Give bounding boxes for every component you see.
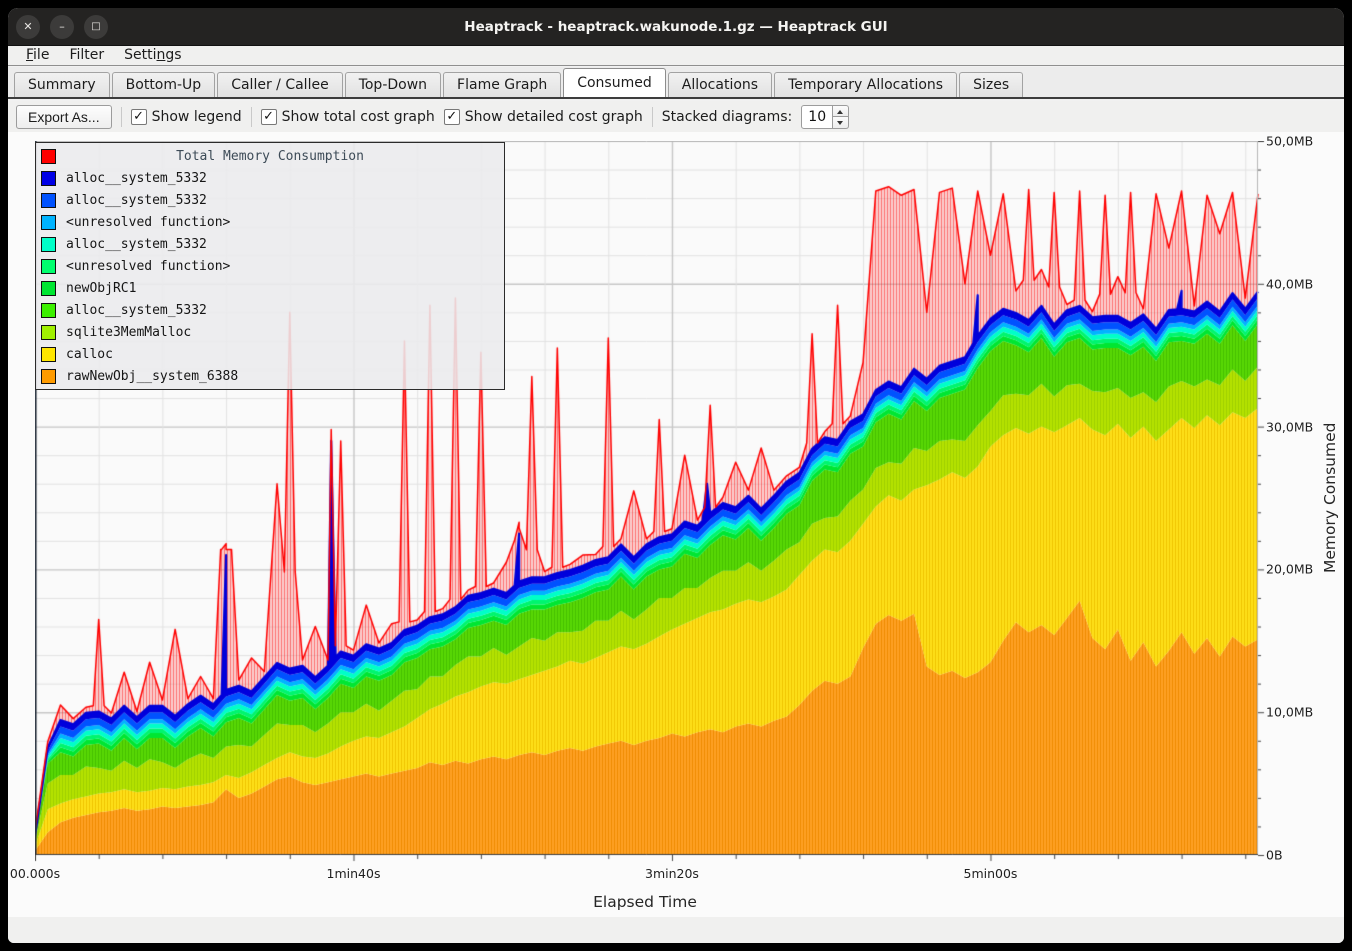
menu-settings[interactable]: Settings bbox=[114, 46, 191, 65]
legend-label: calloc bbox=[66, 347, 113, 362]
checkbox-show-detailed-cost-graph[interactable]: ✓ Show detailed cost graph bbox=[444, 109, 643, 125]
checkbox-show-legend[interactable]: ✓ Show legend bbox=[131, 109, 242, 125]
legend-label: sqlite3MemMalloc bbox=[66, 325, 191, 340]
x-tick-label: 00.000s bbox=[10, 866, 60, 881]
stacked-diagrams-label: Stacked diagrams: bbox=[662, 109, 792, 125]
x-tick-label: 5min00s bbox=[963, 866, 1017, 881]
toolbar-separator bbox=[121, 107, 122, 127]
legend-label: <unresolved function> bbox=[66, 259, 230, 274]
spin-down-button[interactable] bbox=[833, 116, 849, 129]
check-icon: ✓ bbox=[444, 109, 460, 125]
window-title: Heaptrack - heaptrack.wakunode.1.gz — He… bbox=[8, 8, 1344, 46]
chart-legend: Total Memory Consumption alloc__system_53… bbox=[35, 142, 505, 390]
checkbox-label: Show legend bbox=[152, 109, 242, 125]
spin-up-button[interactable] bbox=[833, 105, 849, 117]
consumed-chart-panel: Total Memory Consumption alloc__system_53… bbox=[8, 132, 1344, 917]
x-axis-title: Elapsed Time bbox=[593, 893, 697, 911]
menubar: FileFilterSettings bbox=[8, 46, 1344, 66]
legend-label: <unresolved function> bbox=[66, 215, 230, 230]
checkbox-label: Show total cost graph bbox=[282, 109, 435, 125]
toolbar: Export As... ✓ Show legend ✓ Show total co… bbox=[8, 101, 1344, 132]
legend-label: alloc__system_5332 bbox=[66, 303, 207, 318]
legend-swatch-icon bbox=[41, 325, 56, 340]
checkbox-show-total-cost-graph[interactable]: ✓ Show total cost graph bbox=[261, 109, 435, 125]
legend-label: rawNewObj__system_6388 bbox=[66, 369, 238, 384]
y-tick-label: 40,0MB bbox=[1266, 276, 1313, 291]
legend-swatch-icon bbox=[41, 281, 56, 296]
legend-item: alloc__system_5332 bbox=[36, 299, 504, 321]
app-window: ✕ – □ Heaptrack - heaptrack.wakunode.1.g… bbox=[8, 8, 1344, 943]
legend-item: rawNewObj__system_6388 bbox=[36, 365, 504, 387]
y-tick-label: 0B bbox=[1266, 848, 1283, 863]
stacked-diagrams-value[interactable]: 10 bbox=[801, 105, 833, 129]
legend-label: Total Memory Consumption bbox=[36, 149, 504, 164]
legend-swatch-icon bbox=[41, 215, 56, 230]
menu-filter[interactable]: Filter bbox=[59, 46, 114, 65]
tab-bottom-up[interactable]: Bottom-Up bbox=[112, 72, 216, 97]
titlebar: ✕ – □ Heaptrack - heaptrack.wakunode.1.g… bbox=[8, 8, 1344, 46]
export-as-button[interactable]: Export As... bbox=[16, 105, 112, 129]
toolbar-separator bbox=[652, 107, 653, 127]
x-tick-label: 1min40s bbox=[327, 866, 381, 881]
legend-item: newObjRC1 bbox=[36, 277, 504, 299]
legend-label: alloc__system_5332 bbox=[66, 237, 207, 252]
legend-swatch-icon bbox=[41, 347, 56, 362]
check-icon: ✓ bbox=[261, 109, 277, 125]
legend-swatch-icon bbox=[41, 171, 56, 186]
legend-item: <unresolved function> bbox=[36, 255, 504, 277]
checkbox-label: Show detailed cost graph bbox=[465, 109, 643, 125]
legend-swatch-icon bbox=[41, 259, 56, 274]
legend-item: alloc__system_5332 bbox=[36, 167, 504, 189]
tab-sizes[interactable]: Sizes bbox=[959, 72, 1023, 97]
legend-swatch-icon bbox=[41, 193, 56, 208]
legend-swatch-icon bbox=[41, 237, 56, 252]
x-tick-label: 3min20s bbox=[645, 866, 699, 881]
legend-label: alloc__system_5332 bbox=[66, 171, 207, 186]
tab-temporary-allocations[interactable]: Temporary Allocations bbox=[774, 72, 957, 97]
legend-item: Total Memory Consumption bbox=[36, 145, 504, 167]
y-tick-label: 10,0MB bbox=[1266, 705, 1313, 720]
legend-item: calloc bbox=[36, 343, 504, 365]
legend-swatch-icon bbox=[41, 303, 56, 318]
y-tick-label: 20,0MB bbox=[1266, 562, 1313, 577]
tab-top-down[interactable]: Top-Down bbox=[345, 72, 441, 97]
tab-summary[interactable]: Summary bbox=[14, 72, 110, 97]
y-tick-label: 30,0MB bbox=[1266, 419, 1313, 434]
tab-caller-callee[interactable]: Caller / Callee bbox=[217, 72, 342, 97]
tab-consumed[interactable]: Consumed bbox=[563, 68, 666, 97]
legend-item: <unresolved function> bbox=[36, 211, 504, 233]
y-tick-label: 50,0MB bbox=[1266, 134, 1313, 149]
legend-item: alloc__system_5332 bbox=[36, 189, 504, 211]
menu-file[interactable]: File bbox=[16, 46, 59, 65]
toolbar-separator bbox=[251, 107, 252, 127]
check-icon: ✓ bbox=[131, 109, 147, 125]
tab-bar: SummaryBottom-UpCaller / CalleeTop-DownF… bbox=[8, 67, 1344, 99]
y-axis-title: Memory Consumed bbox=[1318, 141, 1342, 855]
stacked-diagrams-spinner[interactable]: 10 bbox=[801, 105, 849, 129]
legend-item: sqlite3MemMalloc bbox=[36, 321, 504, 343]
legend-item: alloc__system_5332 bbox=[36, 233, 504, 255]
window-bottom-margin bbox=[8, 917, 1344, 943]
legend-swatch-icon bbox=[41, 369, 56, 384]
legend-label: alloc__system_5332 bbox=[66, 193, 207, 208]
tab-allocations[interactable]: Allocations bbox=[668, 72, 772, 97]
legend-label: newObjRC1 bbox=[66, 281, 136, 296]
tab-flame-graph[interactable]: Flame Graph bbox=[443, 72, 561, 97]
